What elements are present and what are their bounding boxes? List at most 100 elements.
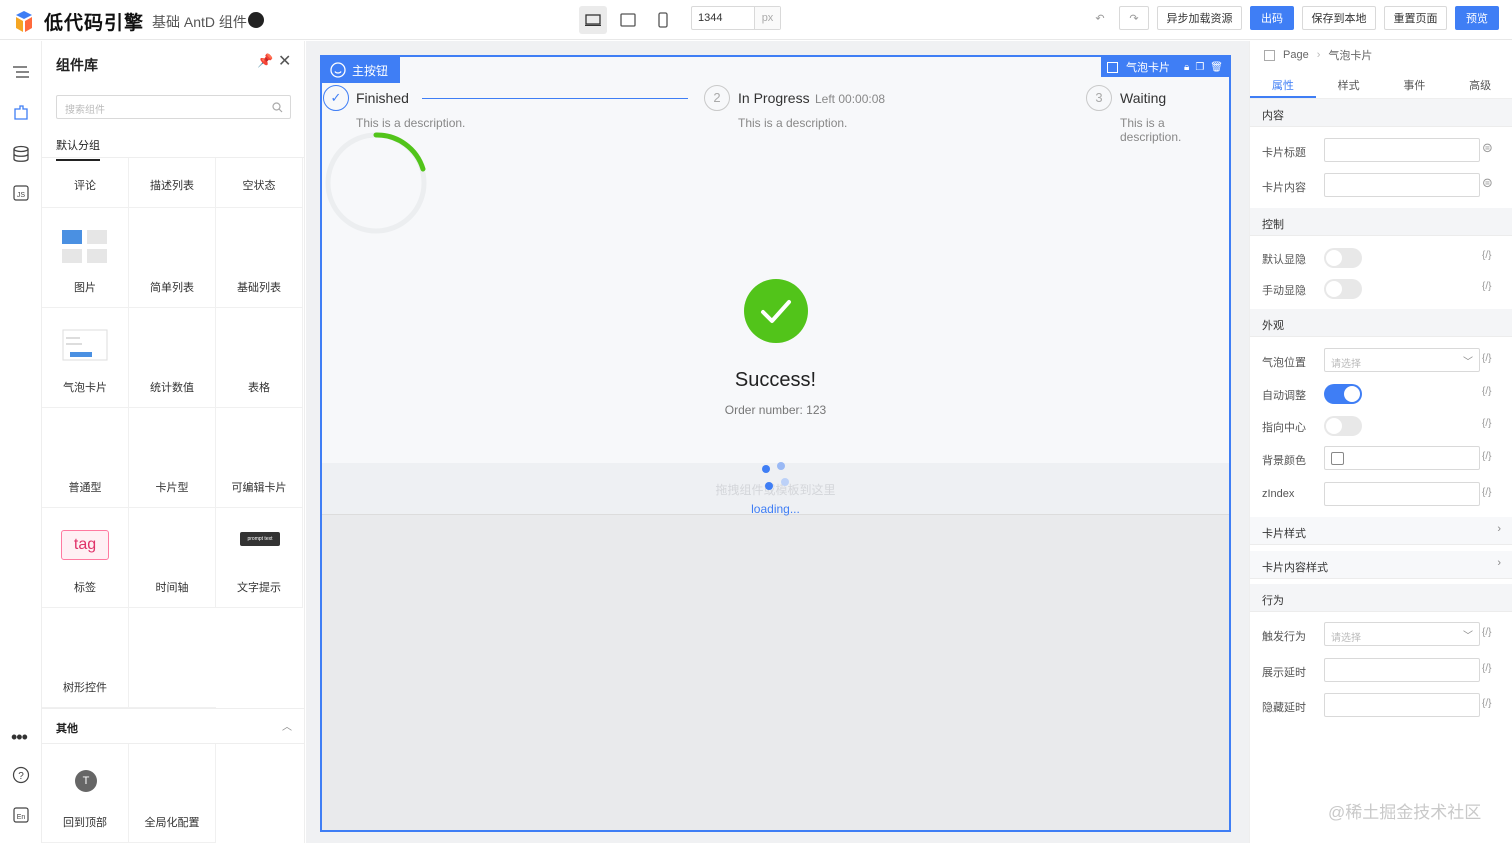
component-comment[interactable]: 评论: [42, 158, 129, 208]
top-bar: 低代码引擎 基础 AntD 组件 1344 px ↶ ↷ 异步加载资源 出码 保…: [0, 0, 1512, 40]
section-appearance: 外观: [1250, 309, 1512, 337]
app-subtitle: 基础 AntD 组件: [152, 14, 247, 30]
help-icon[interactable]: ?: [11, 765, 31, 785]
variable-binding-icon[interactable]: {/}: [1482, 386, 1491, 397]
hide-delay-input[interactable]: [1324, 693, 1480, 717]
component-back-top[interactable]: T 回到顶部: [42, 744, 129, 843]
component-tabs-normal[interactable]: 普通型: [42, 408, 129, 508]
component-tabs-card[interactable]: 卡片型: [129, 408, 216, 508]
smile-icon: [330, 62, 346, 78]
section-other[interactable]: 其他 ︿: [42, 708, 305, 744]
delete-icon[interactable]: 🗑︎: [1210, 62, 1223, 73]
variable-binding-icon[interactable]: {/}: [1482, 487, 1491, 498]
auto-adjust-switch[interactable]: [1324, 384, 1362, 404]
datasource-icon[interactable]: [11, 144, 31, 164]
pin-icon[interactable]: 📌: [257, 53, 273, 69]
trigger-select[interactable]: 请选择 ﹀: [1324, 622, 1480, 646]
component-table[interactable]: 表格: [216, 308, 303, 408]
breadcrumb-current: 气泡卡片: [1328, 50, 1373, 62]
js-code-icon[interactable]: JS: [11, 183, 31, 203]
component-descriptions[interactable]: 描述列表: [129, 158, 216, 208]
select-parent-icon[interactable]: [1107, 61, 1118, 73]
component-basic-list[interactable]: 基础列表: [216, 208, 303, 308]
loading-text: loading...: [751, 502, 800, 516]
default-visible-switch[interactable]: [1324, 248, 1362, 268]
card-content-input[interactable]: [1324, 173, 1480, 197]
settings-panel: Page › 气泡卡片 属性 样式 事件 高级 内容 卡片标题 ⊜ 卡片内容 ⊜…: [1249, 41, 1512, 843]
panel-title: 组件库: [56, 57, 98, 73]
component-tag[interactable]: tag 标签: [42, 508, 129, 608]
empty-cell: [129, 608, 216, 708]
placement-select[interactable]: 请选择 ﹀: [1324, 348, 1480, 372]
tab-style[interactable]: 样式: [1316, 69, 1382, 98]
lock-icon[interactable]: 🔒︎: [1184, 62, 1189, 73]
section-card-style[interactable]: 卡片样式 ›: [1250, 517, 1512, 545]
color-swatch[interactable]: [1331, 452, 1344, 465]
github-icon[interactable]: [248, 12, 264, 28]
component-library-icon[interactable]: [11, 103, 31, 123]
show-delay-input[interactable]: [1324, 658, 1480, 682]
component-simple-list[interactable]: 简单列表: [129, 208, 216, 308]
success-check-icon: [744, 279, 808, 343]
copy-icon[interactable]: ❐: [1195, 62, 1204, 73]
variable-binding-icon[interactable]: {/}: [1482, 418, 1491, 429]
language-icon[interactable]: En: [11, 805, 31, 825]
variable-binding-icon[interactable]: {/}: [1482, 698, 1491, 709]
more-icon[interactable]: •••: [11, 727, 31, 747]
redo-icon[interactable]: ↷: [1119, 6, 1149, 30]
step-1-title: Finished: [356, 90, 409, 106]
i18n-icon[interactable]: ⊜: [1482, 175, 1493, 191]
section-card-content-style[interactable]: 卡片内容样式 ›: [1250, 551, 1512, 579]
i18n-icon[interactable]: ⊜: [1482, 140, 1493, 156]
undo-icon[interactable]: ↶: [1088, 6, 1112, 30]
mobile-device-button[interactable]: [649, 6, 677, 34]
bg-color-input[interactable]: [1324, 446, 1480, 470]
selected-component-badge[interactable]: 主按钮: [322, 57, 401, 83]
preview-button[interactable]: 预览: [1455, 6, 1499, 30]
field-show-delay: 展示延时 {/}: [1250, 656, 1512, 684]
outline-tree-icon[interactable]: [11, 63, 31, 83]
card-title-input[interactable]: [1324, 138, 1480, 162]
reset-page-button[interactable]: 重置页面: [1384, 6, 1447, 30]
component-timeline[interactable]: 时间轴: [129, 508, 216, 608]
tablet-device-button[interactable]: [614, 6, 642, 34]
variable-binding-icon[interactable]: {/}: [1482, 451, 1491, 462]
save-local-button[interactable]: 保存到本地: [1302, 6, 1376, 30]
canvas-frame[interactable]: ✓ Finished This is a description. 2 In P…: [320, 55, 1231, 832]
variable-binding-icon[interactable]: {/}: [1482, 663, 1491, 674]
variable-binding-icon[interactable]: {/}: [1482, 353, 1491, 364]
export-code-button[interactable]: 出码: [1250, 6, 1294, 30]
section-content: 内容: [1250, 99, 1512, 127]
variable-binding-icon[interactable]: {/}: [1482, 627, 1491, 638]
tag-thumb: tag: [61, 530, 109, 560]
component-tree[interactable]: 树形控件: [42, 608, 129, 708]
svg-text:En: En: [17, 814, 26, 821]
desktop-device-button[interactable]: [579, 6, 607, 34]
component-config-provider[interactable]: 全局化配置: [129, 744, 216, 843]
zindex-input[interactable]: [1324, 482, 1480, 506]
steps: ✓ Finished This is a description. 2 In P…: [322, 85, 1229, 144]
component-tabs-editable[interactable]: 可编辑卡片: [216, 408, 303, 508]
step-2-extra: Left 00:00:08: [815, 92, 886, 106]
popover-selection-toolbar[interactable]: 气泡卡片 🔒︎ ❐ 🗑︎: [1101, 57, 1229, 77]
step-2-desc: This is a description.: [738, 116, 848, 130]
canvas-width-input[interactable]: 1344 px: [691, 6, 781, 30]
field-bg-color: 背景颜色 {/}: [1250, 444, 1512, 472]
component-tooltip[interactable]: prompt text 文字提示: [216, 508, 303, 608]
tab-events[interactable]: 事件: [1382, 69, 1448, 98]
variable-binding-icon[interactable]: {/}: [1482, 250, 1491, 261]
tab-advanced[interactable]: 高级: [1447, 69, 1512, 98]
component-empty[interactable]: 空状态: [216, 158, 303, 208]
close-icon[interactable]: ✕: [278, 51, 291, 71]
component-image[interactable]: 图片: [42, 208, 129, 308]
component-statistic[interactable]: 统计数值: [129, 308, 216, 408]
breadcrumb-root[interactable]: Page: [1283, 49, 1309, 61]
async-load-button[interactable]: 异步加载资源: [1157, 6, 1242, 30]
canvas-width-value[interactable]: 1344: [692, 7, 754, 29]
tab-props[interactable]: 属性: [1250, 69, 1316, 98]
point-center-switch[interactable]: [1324, 416, 1362, 436]
component-popover[interactable]: 气泡卡片: [42, 308, 129, 408]
component-search-input[interactable]: 搜索组件: [56, 95, 291, 119]
variable-binding-icon[interactable]: {/}: [1482, 281, 1491, 292]
manual-visible-switch[interactable]: [1324, 279, 1362, 299]
